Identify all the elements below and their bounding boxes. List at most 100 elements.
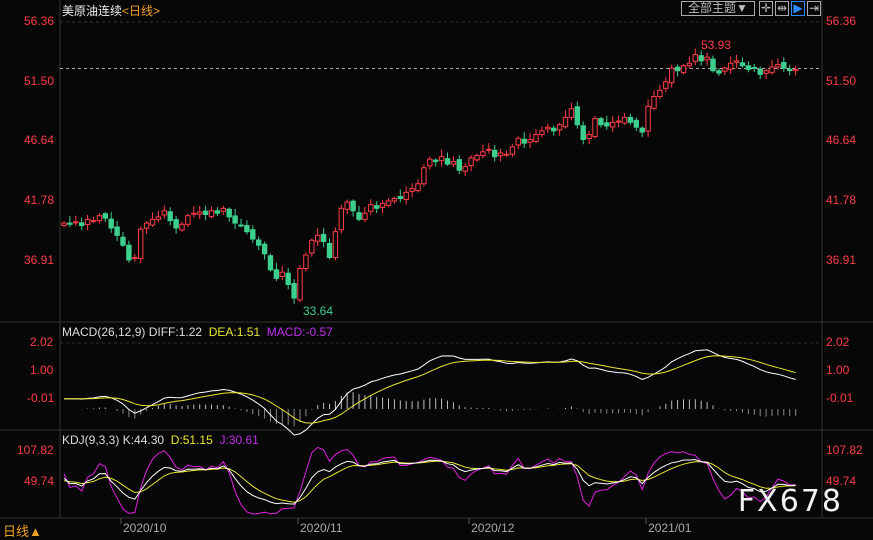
move-right-icon[interactable]: ⇥ xyxy=(807,1,821,16)
candle-up xyxy=(722,67,728,72)
macd-axis-label-right: 1.00 xyxy=(826,363,850,378)
time-axis-label: 2020/11 xyxy=(300,521,343,535)
candle-down xyxy=(627,116,634,123)
candle-down xyxy=(751,66,757,69)
candle-down xyxy=(710,58,716,72)
candle-up xyxy=(303,254,309,270)
candle-up xyxy=(96,215,103,222)
macd-axis-label-left: 2.02 xyxy=(30,334,54,349)
candle-up xyxy=(438,156,445,162)
candle-down xyxy=(285,272,291,286)
candle-up xyxy=(208,210,215,217)
candle-down xyxy=(67,222,73,225)
candle-down xyxy=(745,65,752,70)
candle-up xyxy=(450,161,457,165)
price-axis-label-left: 51.50 xyxy=(24,73,55,88)
candle-down xyxy=(739,62,746,67)
candle-down xyxy=(326,242,333,258)
j-line xyxy=(63,446,796,515)
candle-up xyxy=(385,200,392,206)
candle-up xyxy=(474,154,480,161)
candle-up xyxy=(468,157,474,167)
instrument-title: 美原油连续<日线> xyxy=(62,4,161,18)
play-icon[interactable]: ▶ xyxy=(791,1,805,16)
period-button[interactable]: 日线▲ xyxy=(3,521,42,540)
candle-up xyxy=(73,221,79,224)
candle-down xyxy=(674,66,681,72)
candle-up xyxy=(769,66,775,74)
candle-down xyxy=(114,226,120,236)
candle-down xyxy=(167,211,173,222)
theme-select[interactable]: 全部主题▼ xyxy=(681,1,755,16)
candle-down xyxy=(320,233,327,242)
candle-up xyxy=(409,188,415,192)
candle-down xyxy=(604,122,610,127)
candle-up xyxy=(669,67,675,84)
kdj-axis-label-right: 107.82 xyxy=(826,443,863,457)
candle-up xyxy=(509,146,516,155)
candle-down xyxy=(356,212,362,220)
candle-up xyxy=(427,158,433,167)
candle-up xyxy=(480,151,486,156)
price-axis-label-right: 51.50 xyxy=(826,73,857,88)
candle-up xyxy=(775,64,781,68)
candle-up xyxy=(143,222,150,229)
watermark-logo: FX678 xyxy=(737,484,843,519)
candle-up xyxy=(497,152,504,157)
price-axis-label-right: 36.91 xyxy=(826,253,857,268)
candle-up xyxy=(645,105,651,132)
candle-up xyxy=(220,207,227,212)
candle-up xyxy=(368,204,374,212)
diff-line xyxy=(63,349,796,436)
macd-axis-label-right: 2.02 xyxy=(826,334,850,349)
time-axis-label: 2020/12 xyxy=(471,521,515,535)
chart-canvas[interactable] xyxy=(0,0,873,537)
kdj-axis-label-left: 49.74 xyxy=(24,474,55,488)
crosshair-icon[interactable]: ✛ xyxy=(759,1,773,16)
candle-up xyxy=(84,218,91,226)
candle-up xyxy=(315,234,321,242)
candle-up xyxy=(556,124,563,131)
candle-up xyxy=(132,256,138,259)
candle-down xyxy=(397,196,404,199)
candle-up xyxy=(161,210,168,216)
macd-legend: MACD(26,12,9) DIFF:1.22 DEA:1.51 MACD:-0… xyxy=(62,325,333,339)
price-axis-label-left: 36.91 xyxy=(24,253,55,268)
candle-down xyxy=(551,127,557,132)
candle-up xyxy=(191,212,197,215)
candle-up xyxy=(515,137,521,146)
price-axis-label-left: 41.78 xyxy=(24,193,55,208)
candle-up xyxy=(379,202,386,208)
candle-up xyxy=(155,216,162,220)
candle-up xyxy=(486,148,492,151)
range-icon[interactable]: ⇹ xyxy=(775,1,789,16)
kdj-legend: KDJ(9,3,3) K:44.30 D:51.15 J:30.61 xyxy=(62,433,259,447)
candle-up xyxy=(686,62,693,67)
candle-up xyxy=(568,108,575,118)
candle-down xyxy=(256,239,262,246)
candle-down xyxy=(757,68,763,75)
candle-up xyxy=(657,89,663,97)
kdj-axis-label-left: 107.82 xyxy=(17,443,54,457)
candle-up xyxy=(61,222,67,227)
candle-up xyxy=(279,271,286,277)
candle-down xyxy=(244,225,250,233)
macd-axis-label-right: -0.01 xyxy=(826,391,854,405)
candle-up xyxy=(562,116,569,128)
candle-down xyxy=(214,210,221,214)
candle-down xyxy=(173,219,179,229)
candle-up xyxy=(391,197,398,202)
candle-down xyxy=(232,215,238,224)
candle-up xyxy=(680,65,687,74)
candle-down xyxy=(238,224,244,227)
candle-down xyxy=(79,222,85,227)
candle-up xyxy=(704,56,710,61)
candle-down xyxy=(374,205,380,209)
candle-up xyxy=(763,70,769,74)
candle-down xyxy=(787,68,793,72)
candle-down xyxy=(261,243,268,255)
candle-up xyxy=(344,201,350,210)
dea-line xyxy=(63,355,796,424)
k-line xyxy=(63,459,796,505)
candle-down xyxy=(598,118,604,126)
